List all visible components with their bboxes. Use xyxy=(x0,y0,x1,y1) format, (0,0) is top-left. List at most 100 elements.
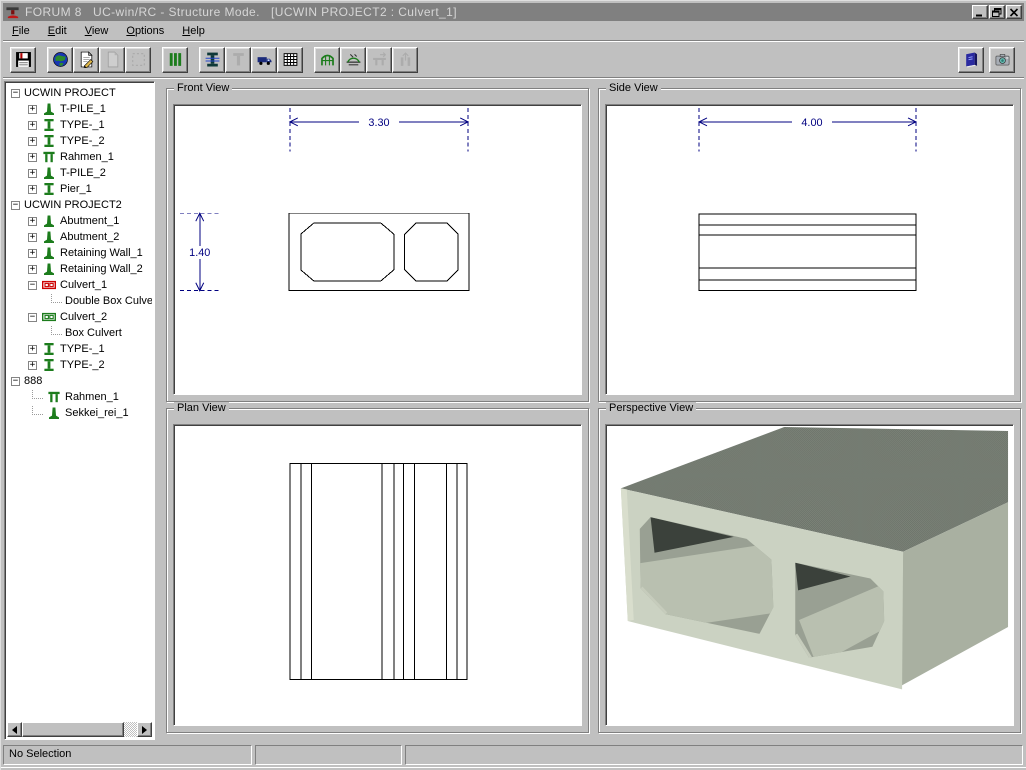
tree-item[interactable]: −UCWIN PROJECT2 xyxy=(7,197,152,213)
tree-item-label: Double Box Culvert xyxy=(65,295,152,307)
scrollbar-track[interactable] xyxy=(124,722,137,737)
tree-expand-toggle[interactable]: + xyxy=(28,249,37,258)
tree-item[interactable]: Box Culvert xyxy=(7,325,152,341)
tree-item[interactable]: +Abutment_1 xyxy=(7,213,152,229)
tree-expand-toggle[interactable]: + xyxy=(28,137,37,146)
tree-expand-toggle[interactable]: + xyxy=(28,169,37,178)
tree-item[interactable]: + TYPE-_2 xyxy=(7,133,152,149)
tree-expand-toggle[interactable]: + xyxy=(28,361,37,370)
tree-collapse-toggle[interactable]: − xyxy=(28,313,37,322)
window-title: FORUM 8 UC-win/RC - Structure Mode. [UCW… xyxy=(25,5,971,19)
load-diagram-button[interactable] xyxy=(340,47,366,73)
menu-options[interactable]: Options xyxy=(117,23,173,39)
culvert-cross-section-drawing xyxy=(289,213,469,290)
vehicle-load-button[interactable] xyxy=(251,47,277,73)
status-text: No Selection xyxy=(9,748,71,760)
rahmen-icon xyxy=(46,389,62,405)
scrollbar-thumb[interactable] xyxy=(22,722,124,737)
tree-item-label: Retaining Wall_1 xyxy=(60,247,143,259)
tree-item[interactable]: +Pier_1 xyxy=(7,181,152,197)
tree-collapse-toggle[interactable]: − xyxy=(28,281,37,290)
culvert-green-icon xyxy=(41,309,57,325)
world-button[interactable] xyxy=(47,47,73,73)
ibeam-icon xyxy=(41,181,57,197)
tree-item-label: Retaining Wall_2 xyxy=(60,263,143,275)
menu-help[interactable]: Help xyxy=(173,23,214,39)
side-view-label: Side View xyxy=(606,82,661,94)
frame-structure-button[interactable] xyxy=(314,47,340,73)
tree-item[interactable]: Sekkei_rei_1 xyxy=(7,405,152,421)
tree-expand-toggle[interactable]: + xyxy=(28,185,37,194)
tree-item[interactable]: + TYPE-_2 xyxy=(7,357,152,373)
tree-item[interactable]: −888 xyxy=(7,373,152,389)
tree-expand-toggle[interactable]: + xyxy=(28,233,37,242)
tree-collapse-toggle[interactable]: − xyxy=(11,377,20,386)
ibeam-icon xyxy=(41,341,57,357)
tree-item[interactable]: Rahmen_1 xyxy=(7,389,152,405)
close-icon xyxy=(1009,8,1019,17)
perspective-view-canvas[interactable] xyxy=(605,424,1014,726)
tree-horizontal-scrollbar[interactable] xyxy=(7,722,152,737)
tree-item[interactable]: +Rahmen_1 xyxy=(7,149,152,165)
tree-item[interactable]: +Abutment_2 xyxy=(7,229,152,245)
tree-item[interactable]: +TYPE-_1 xyxy=(7,341,152,357)
tree-expand-toggle[interactable]: + xyxy=(28,265,37,274)
edit-document-button[interactable] xyxy=(73,47,99,73)
tree-item[interactable]: +T-PILE_1 xyxy=(7,101,152,117)
tree-expand-toggle[interactable]: + xyxy=(28,121,37,130)
tree-item[interactable]: −Culvert_1 xyxy=(7,277,152,293)
tree-expand-toggle[interactable]: + xyxy=(28,153,37,162)
front-view-canvas[interactable]: 3.30 1.40 xyxy=(173,104,582,395)
tree-item-label: UCWIN PROJECT2 xyxy=(24,199,122,211)
menu-file[interactable]: File xyxy=(3,23,39,39)
snapshot-camera-button[interactable] xyxy=(989,47,1015,73)
selection-icon xyxy=(130,51,147,68)
tree-item-label: TYPE-_1 xyxy=(60,119,105,131)
status-panel-3 xyxy=(405,745,1023,765)
close-button[interactable] xyxy=(1006,5,1022,19)
column-lift-icon xyxy=(397,51,414,68)
plan-view-label: Plan View xyxy=(174,402,229,414)
tree-expand-toggle[interactable]: + xyxy=(28,105,37,114)
menu-view[interactable]: View xyxy=(76,23,118,39)
snapshot-camera-icon xyxy=(994,51,1011,68)
side-view-canvas[interactable]: 4.00 xyxy=(605,104,1014,395)
tree-item-label: Culvert_2 xyxy=(60,311,107,323)
bridge-move-button xyxy=(366,47,392,73)
frame-structure-icon xyxy=(319,51,336,68)
tree-item-label: Sekkei_rei_1 xyxy=(65,407,129,419)
tree-item[interactable]: −UCWIN PROJECT xyxy=(7,85,152,101)
column-lift-button xyxy=(392,47,418,73)
tree-expand-toggle[interactable]: + xyxy=(28,217,37,226)
tree-expand-toggle[interactable]: + xyxy=(28,345,37,354)
tree-item[interactable]: Double Box Culvert xyxy=(7,293,152,309)
tree-collapse-toggle[interactable]: − xyxy=(11,201,20,210)
tree-item-label: TYPE-_2 xyxy=(60,135,105,147)
tree-item-label: TYPE-_2 xyxy=(60,359,105,371)
menu-edit[interactable]: Edit xyxy=(39,23,76,39)
tree-item[interactable]: − Culvert_2 xyxy=(7,309,152,325)
tree-item[interactable]: + Retaining Wall_1 xyxy=(7,245,152,261)
save-button[interactable] xyxy=(10,47,36,73)
front-height-dimension: 1.40 xyxy=(189,247,210,259)
tree-item-label: 888 xyxy=(24,375,42,387)
pier-columns-button[interactable] xyxy=(162,47,188,73)
tree-collapse-toggle[interactable]: − xyxy=(11,89,20,98)
tree-item[interactable]: + TYPE-_1 xyxy=(7,117,152,133)
front-view-group: Front View 3.30 1.40 xyxy=(166,88,589,402)
tree-rows: −UCWIN PROJECT+T-PILE_1+TYPE-_1+TYPE-_2+… xyxy=(7,85,152,721)
i-beam-button[interactable] xyxy=(199,47,225,73)
minimize-button[interactable] xyxy=(972,5,988,19)
grid-table-button[interactable] xyxy=(277,47,303,73)
tree-item[interactable]: + Retaining Wall_2 xyxy=(7,261,152,277)
help-book-button[interactable] xyxy=(958,47,984,73)
toolbar-left xyxy=(3,47,418,73)
restore-button[interactable] xyxy=(989,5,1005,19)
plan-view-canvas[interactable] xyxy=(173,424,582,726)
tree-item[interactable]: +T-PILE_2 xyxy=(7,165,152,181)
abutment-icon xyxy=(41,229,57,245)
plan-view-group: Plan View xyxy=(166,408,589,733)
document-button xyxy=(99,47,125,73)
scroll-left-button[interactable] xyxy=(7,722,22,737)
scroll-right-button[interactable] xyxy=(137,722,152,737)
